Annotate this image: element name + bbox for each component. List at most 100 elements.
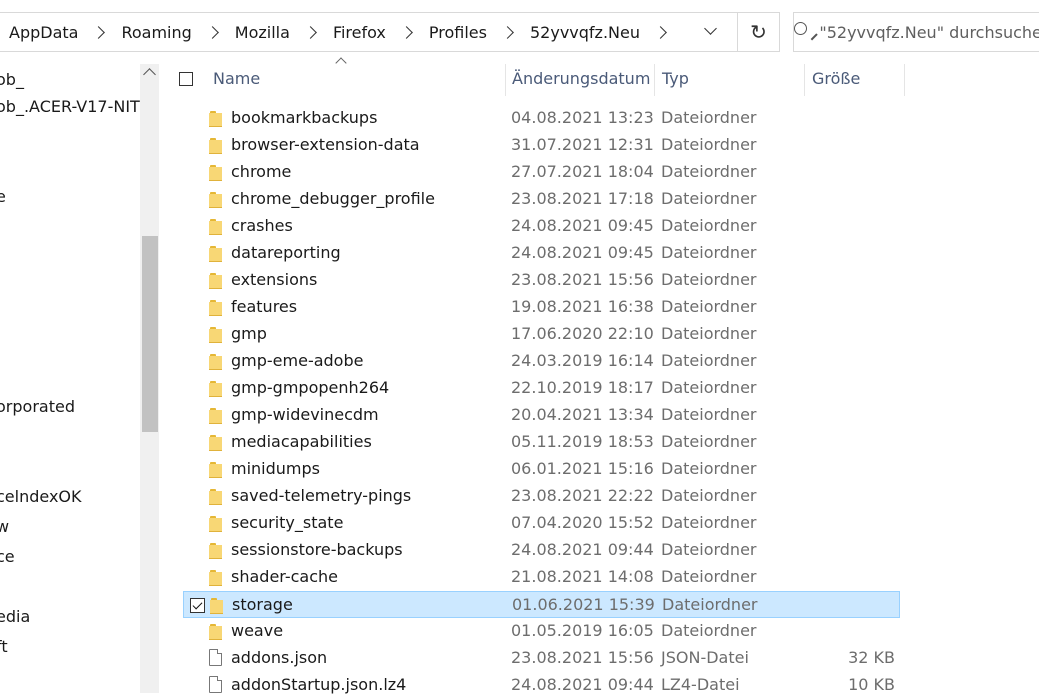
file-row[interactable]: weave 01.05.2019 16:05 Dateiordner [183,618,900,645]
chevron-right-icon[interactable] [501,25,514,39]
file-row[interactable]: chrome 27.07.2021 18:04 Dateiordner [183,159,900,186]
file-type: Dateiordner [661,540,757,559]
file-row[interactable]: shader-cache 21.08.2021 14:08 Dateiordner [183,564,900,591]
file-row[interactable]: datareporting 24.08.2021 09:45 Dateiordner [183,240,900,267]
chevron-right-icon[interactable] [400,25,413,39]
file-row[interactable]: mediacapabilities 05.11.2019 18:53 Dateior… [183,429,900,456]
nav-item[interactable]: w [0,517,9,536]
file-date: 24.08.2021 09:45 [511,243,654,262]
folder-icon [209,624,223,640]
nav-item[interactable]: ce [0,547,15,566]
file-row[interactable]: features 19.08.2021 16:38 Dateiordner [183,294,900,321]
folder-icon [209,381,223,397]
nav-item[interactable]: e [0,187,6,206]
file-type: Dateiordner [661,405,757,424]
file-name: gmp-eme-adobe [231,351,364,370]
file-row[interactable]: gmp-gmpopenh264 22.10.2019 18:17 Dateiordn… [183,375,900,402]
file-row[interactable]: sessionstore-backups 24.08.2021 09:44 Date… [183,537,900,564]
file-row[interactable]: bookmarkbackups 04.08.2021 13:23 Dateiordn… [183,105,900,132]
file-date: 22.10.2019 18:17 [511,378,654,397]
scrollbar-thumb[interactable] [142,236,158,432]
file-date: 24.08.2021 09:45 [511,216,654,235]
folder-icon [209,192,223,208]
address-toolbar: AppData Roaming Mozilla Firefox Profiles… [0,0,1039,64]
nav-item[interactable]: edia [0,607,30,626]
file-name: gmp-widevinecdm [231,405,379,424]
file-row[interactable]: gmp 17.06.2020 22:10 Dateiordner [183,321,900,348]
nav-item[interactable]: ft [0,637,8,656]
file-row[interactable]: addonStartup.json.lz4 24.08.2021 09:44 LZ4… [183,672,900,699]
column-divider[interactable] [804,64,805,96]
chevron-right-icon[interactable] [654,25,667,39]
column-divider[interactable] [654,64,655,96]
search-box[interactable]: "52yvvqfz.Neu" durchsuchen [793,12,1039,52]
file-row[interactable]: gmp-widevinecdm 20.04.2021 13:34 Dateiordn… [183,402,900,429]
navigation-pane: ob_ ob_.ACER-V17-NITI e orporated celnde… [0,64,160,693]
file-date: 24.08.2021 09:44 [511,675,654,694]
folder-icon [209,138,223,154]
file-row[interactable]: chrome_debugger_profile 23.08.2021 17:18 D… [183,186,900,213]
file-row[interactable]: saved-telemetry-pings 23.08.2021 22:22 Dat… [183,483,900,510]
file-name: chrome [231,162,292,181]
file-date: 01.05.2019 16:05 [511,621,654,640]
file-row[interactable]: crashes 24.08.2021 09:45 Dateiordner [183,213,900,240]
column-name[interactable]: Name [213,69,260,88]
refresh-button[interactable]: ↻ [738,12,780,52]
file-type: Dateiordner [661,459,757,478]
scroll-up-arrow-icon[interactable] [143,68,156,81]
column-date[interactable]: Änderungsdatum [512,69,650,88]
column-divider[interactable] [505,64,506,96]
file-row[interactable]: security_state 07.04.2020 15:52 Dateiordne… [183,510,900,537]
file-name: features [231,297,298,316]
file-name: datareporting [231,243,341,262]
file-type: Dateiordner [661,351,757,370]
breadcrumb-roaming[interactable]: Roaming [121,23,191,42]
chevron-right-icon[interactable] [205,25,219,39]
column-size[interactable]: Größe [812,69,860,88]
breadcrumb-profiles[interactable]: Profiles [429,23,487,42]
address-history-dropdown-icon[interactable] [705,24,715,34]
file-name: browser-extension-data [231,135,420,154]
nav-item[interactable]: ob_ [0,70,24,89]
chevron-right-icon[interactable] [304,25,317,39]
folder-icon [209,435,223,451]
row-checkbox[interactable] [190,598,205,613]
breadcrumb-mozilla[interactable]: Mozilla [235,23,290,42]
file-type: Dateiordner [661,432,757,451]
file-name: shader-cache [231,567,338,586]
file-type: Dateiordner [662,595,758,614]
breadcrumb-profile-folder[interactable]: 52yvvqfz.Neu [530,23,640,42]
file-date: 17.06.2020 22:10 [511,324,654,343]
file-date: 23.08.2021 22:22 [511,486,654,505]
breadcrumb-firefox[interactable]: Firefox [333,23,386,42]
nav-item[interactable]: ob_.ACER-V17-NITI [0,97,145,116]
folder-icon [209,462,223,478]
file-icon [209,676,222,693]
file-row[interactable]: addons.json 23.08.2021 15:56 JSON-Datei 32 … [183,645,900,672]
file-row[interactable]: browser-extension-data 31.07.2021 12:31 Da… [183,132,900,159]
file-date: 24.03.2019 16:14 [511,351,654,370]
nav-scrollbar[interactable] [140,64,159,693]
file-name: addonStartup.json.lz4 [231,675,407,694]
breadcrumb-appdata[interactable]: AppData [9,23,78,42]
address-bar[interactable]: AppData Roaming Mozilla Firefox Profiles… [0,12,738,52]
file-date: 23.08.2021 17:18 [511,189,654,208]
column-type[interactable]: Typ [662,69,689,88]
chevron-right-icon[interactable] [92,25,106,39]
file-name: extensions [231,270,318,289]
file-row[interactable]: storage 01.06.2021 15:39 Dateiordner [183,591,900,618]
file-type: Dateiordner [661,243,757,262]
file-row[interactable]: gmp-eme-adobe 24.03.2019 16:14 Dateiordner [183,348,900,375]
file-name: mediacapabilities [231,432,372,451]
file-type: Dateiordner [661,513,757,532]
folder-icon [210,598,224,614]
file-row[interactable]: extensions 23.08.2021 15:56 Dateiordner [183,267,900,294]
file-name: gmp [231,324,267,343]
nav-item[interactable]: orporated [0,397,75,416]
nav-item[interactable]: celndexOK [0,487,82,506]
column-divider[interactable] [904,64,905,96]
select-all-checkbox[interactable] [179,72,193,86]
file-row[interactable]: minidumps 06.01.2021 15:16 Dateiordner [183,456,900,483]
file-name: minidumps [231,459,320,478]
file-date: 23.08.2021 15:56 [511,648,654,667]
